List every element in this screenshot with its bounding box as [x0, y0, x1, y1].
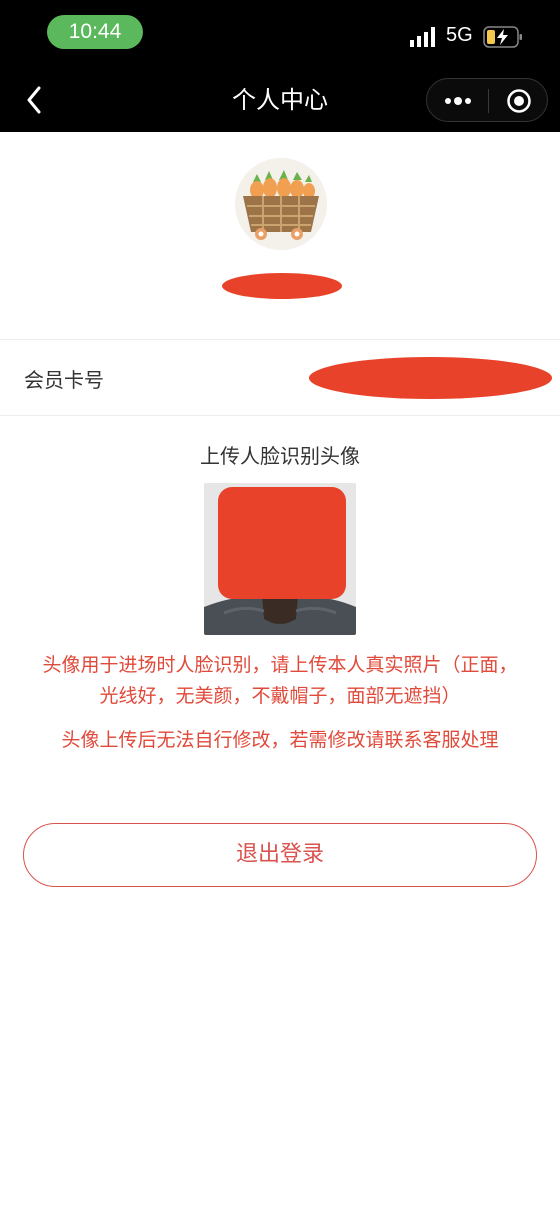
close-mini-program-button[interactable] — [489, 79, 549, 123]
target-circle-icon — [507, 89, 531, 113]
face-photo-upload[interactable] — [204, 483, 356, 635]
status-bar: 10:44 5G — [0, 0, 560, 68]
notice-line-1: 头像用于进场时人脸识别，请上传本人真实照片（正面， — [42, 654, 518, 676]
notice-line-3: 头像上传后无法自行修改，若需修改请联系客服处理 — [61, 729, 499, 751]
username-redacted — [222, 273, 342, 299]
more-dots-icon — [444, 97, 471, 105]
logout-button[interactable]: 退出登录 — [23, 823, 537, 887]
avatar[interactable] — [235, 158, 327, 250]
divider — [0, 415, 560, 416]
signal-icon — [410, 27, 435, 47]
status-time: 10:44 — [47, 15, 143, 49]
face-redacted — [218, 487, 346, 599]
mini-program-capsule — [426, 78, 548, 122]
battery-charging-icon — [483, 26, 522, 48]
notice-line-2: 光线好，无美颜，不戴帽子，面部无遮挡） — [99, 685, 461, 707]
member-card-number-redacted — [309, 357, 552, 399]
nav-bar: 个人中心 — [0, 68, 560, 132]
more-button[interactable] — [427, 79, 488, 123]
network-type: 5G — [446, 24, 473, 46]
member-card-label: 会员卡号 — [24, 368, 104, 392]
upload-face-title: 上传人脸识别头像 — [200, 444, 360, 468]
carrot-basket-icon — [235, 158, 327, 250]
